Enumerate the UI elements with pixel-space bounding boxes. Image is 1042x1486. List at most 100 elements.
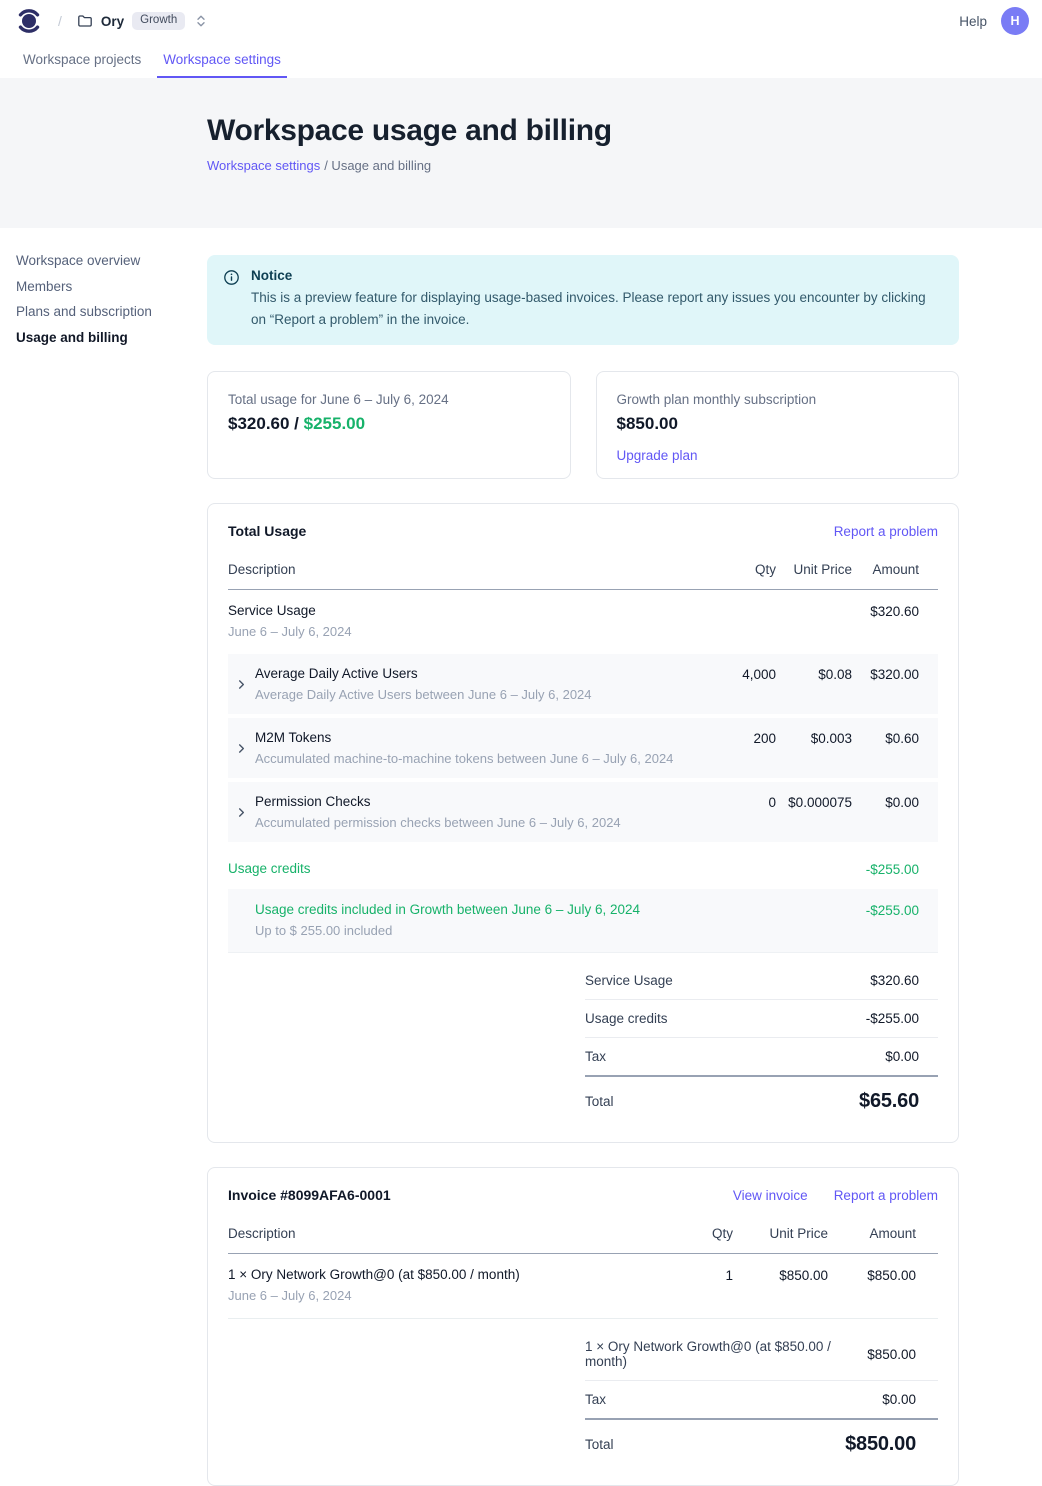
- view-invoice-link[interactable]: View invoice: [733, 1188, 808, 1203]
- summary-label: Tax: [585, 1049, 606, 1064]
- summary-value: $850.00: [867, 1347, 938, 1362]
- row-subtitle: Up to $ 255.00 included: [255, 923, 696, 938]
- chevron-right-icon[interactable]: [228, 730, 255, 766]
- chevron-right-icon[interactable]: [228, 666, 255, 702]
- row-amount: $320.00: [852, 666, 938, 682]
- total-usage-panel: Total Usage Report a problem Description…: [207, 503, 959, 1143]
- row-amount: $0.60: [852, 730, 938, 746]
- workspace-switcher[interactable]: Ory Growth: [77, 12, 207, 30]
- notice-banner: Notice This is a preview feature for dis…: [207, 255, 959, 345]
- row-amount: $320.60: [852, 603, 938, 619]
- table-row[interactable]: Permission ChecksAccumulated permission …: [228, 782, 938, 842]
- table-row: Usage credits-$255.00: [228, 846, 938, 889]
- page-header: Workspace usage and billing Workspace se…: [0, 78, 1042, 228]
- usage-table: DescriptionQtyUnit PriceAmount Service U…: [228, 556, 938, 1122]
- row-amount: -$255.00: [852, 902, 938, 918]
- sidebar-item-plans-and-subscription[interactable]: Plans and subscription: [16, 305, 152, 319]
- notice-title: Notice: [251, 268, 941, 283]
- column-header-unit-price: Unit Price: [776, 562, 852, 577]
- summary-value: $0.00: [882, 1392, 938, 1407]
- chevron-right-icon[interactable]: [228, 794, 255, 830]
- selector-updown-icon: [195, 14, 207, 28]
- table-row[interactable]: M2M Tokens Accumulated machine-to-machine…: [228, 718, 938, 778]
- summary-row: 1 × Ory Network Growth@0 (at $850.00 / m…: [585, 1328, 938, 1381]
- info-icon: [224, 270, 239, 330]
- row-qty: [696, 902, 776, 903]
- total-value: $65.60: [859, 1090, 938, 1113]
- column-header-amount: Amount: [828, 1226, 938, 1241]
- help-link[interactable]: Help: [959, 14, 987, 29]
- breadcrumb-separator: /: [58, 13, 62, 29]
- usage-amount-value: $320.60: [228, 414, 289, 433]
- row-title: 1 × Ory Network Growth@0 (at $850.00 / m…: [228, 1267, 653, 1282]
- tab-workspace-settings[interactable]: Workspace settings: [157, 42, 287, 78]
- invoice-summary: 1 × Ory Network Growth@0 (at $850.00 / m…: [585, 1328, 938, 1465]
- summary-label: 1 × Ory Network Growth@0 (at $850.00 / m…: [585, 1339, 867, 1369]
- row-subtitle: Average Daily Active Users between June …: [255, 687, 592, 702]
- row-amount: -$255.00: [852, 861, 938, 877]
- upgrade-plan-link[interactable]: Upgrade plan: [617, 448, 698, 463]
- table-row[interactable]: Average Daily Active UsersAverage Daily …: [228, 654, 938, 714]
- usage-amount-separator: /: [289, 414, 303, 433]
- summary-value: $0.00: [885, 1049, 938, 1064]
- total-label: Total: [585, 1437, 614, 1452]
- workspace-name: Ory: [101, 14, 124, 29]
- row-unit: $0.003: [776, 730, 852, 746]
- row-amount: $850.00: [828, 1267, 938, 1283]
- sidebar-item-members[interactable]: Members: [16, 280, 152, 294]
- page-title: Workspace usage and billing: [207, 114, 1042, 148]
- summary-row: Tax $0.00: [585, 1381, 938, 1420]
- summary-label: Tax: [585, 1392, 606, 1407]
- row-unit: $0.000075: [776, 794, 852, 810]
- sidebar-item-usage-and-billing[interactable]: Usage and billing: [16, 331, 152, 345]
- tab-workspace-projects[interactable]: Workspace projects: [17, 42, 147, 78]
- row-title: M2M Tokens: [255, 730, 673, 745]
- column-header-qty: Qty: [653, 1226, 733, 1241]
- invoice-report-a-problem-link[interactable]: Report a problem: [834, 1188, 938, 1203]
- row-unit: $0.08: [776, 666, 852, 682]
- column-header-unit-price: Unit Price: [733, 1226, 828, 1241]
- breadcrumb-current: / Usage and billing: [324, 158, 431, 173]
- column-header-qty: Qty: [696, 562, 776, 577]
- table-row: Service Usage June 6 – July 6, 2024 $320.6…: [228, 590, 938, 654]
- total-label: Total: [585, 1094, 614, 1109]
- row-subtitle: Accumulated permission checks between Ju…: [255, 815, 621, 830]
- subscription-card: Growth plan monthly subscription $850.00…: [596, 371, 960, 479]
- row-unit: $850.00: [733, 1267, 828, 1283]
- summary-label: Usage credits: [585, 1011, 668, 1026]
- row-qty: 200: [696, 730, 776, 746]
- row-title: Service Usage: [228, 603, 696, 618]
- ory-logo-icon[interactable]: [16, 8, 42, 34]
- column-header-description: Description: [228, 1226, 653, 1241]
- plan-badge: Growth: [132, 12, 185, 30]
- top-bar: / Ory Growth Help H: [0, 0, 1042, 42]
- row-qty: 4,000: [696, 666, 776, 682]
- total-usage-card: Total usage for June 6 – July 6, 2024 $3…: [207, 371, 571, 479]
- total-usage-amount: $320.60 / $255.00: [228, 414, 550, 434]
- sidebar-item-workspace-overview[interactable]: Workspace overview: [16, 254, 152, 268]
- row-unit: [776, 902, 852, 903]
- usage-panel-title: Total Usage: [228, 523, 306, 539]
- row-qty: [696, 861, 776, 862]
- table-row: 1 × Ory Network Growth@0 (at $850.00 / m…: [228, 1254, 938, 1319]
- summary-label: Service Usage: [585, 973, 673, 988]
- report-a-problem-link[interactable]: Report a problem: [834, 524, 938, 539]
- invoice-table-header: DescriptionQtyUnit PriceAmount: [228, 1220, 938, 1254]
- subscription-label: Growth plan monthly subscription: [617, 392, 939, 407]
- folder-icon: [77, 13, 93, 29]
- subscription-amount: $850.00: [617, 414, 939, 434]
- row-qty: 1: [653, 1267, 733, 1283]
- summary-value: -$255.00: [866, 1011, 938, 1026]
- summary-row: Usage credits -$255.00: [585, 1000, 938, 1038]
- user-avatar[interactable]: H: [1001, 7, 1029, 35]
- invoice-title: Invoice #8099AFA6-0001: [228, 1187, 391, 1203]
- column-header-amount: Amount: [852, 562, 938, 577]
- breadcrumb-link-workspace-settings[interactable]: Workspace settings: [207, 158, 320, 173]
- summary-total-row: Total $65.60: [585, 1077, 938, 1122]
- row-qty: [696, 603, 776, 604]
- summary-value: $320.60: [870, 973, 938, 988]
- row-subtitle: June 6 – July 6, 2024: [228, 624, 696, 639]
- workspace-tabs: Workspace projects Workspace settings: [0, 42, 1042, 78]
- row-subtitle: Accumulated machine-to-machine tokens be…: [255, 751, 673, 766]
- usage-summary: Service Usage $320.60 Usage credits -$255.0…: [585, 962, 938, 1122]
